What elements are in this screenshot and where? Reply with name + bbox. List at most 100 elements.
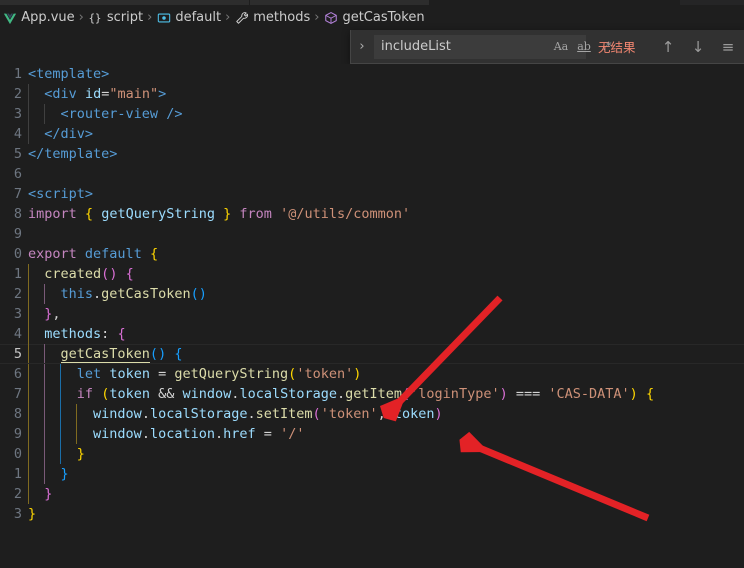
code-line-content[interactable]: let token = getQueryString('token'): [28, 364, 744, 384]
code-line[interactable]: 5 </template>: [0, 144, 744, 164]
code-line-content[interactable]: </template>: [28, 144, 744, 164]
indent-guide: [28, 344, 29, 364]
code-line-content[interactable]: export default {: [28, 244, 744, 264]
code-editor[interactable]: 1 <template> 2 <div id="main"> 3 <router-vi…: [0, 64, 744, 568]
match-case-icon[interactable]: Aa: [551, 37, 571, 57]
code-line-content[interactable]: <script>: [28, 184, 744, 204]
line-number: 8: [13, 206, 22, 222]
code-line-content[interactable]: }: [28, 464, 744, 484]
code-line[interactable]: 6 let token = getQueryString('token'): [0, 364, 744, 384]
breadcrumb-separator-1: ›: [78, 10, 84, 25]
indent-guide: [44, 464, 46, 484]
indent-guide: [44, 344, 46, 364]
code-line-content[interactable]: window.location.href = '/': [28, 424, 744, 444]
line-number: 4: [13, 126, 22, 142]
breadcrumb-item-script[interactable]: {} script: [88, 10, 143, 25]
indent-guide: [60, 424, 62, 444]
breadcrumb-item-get-cas-token[interactable]: getCasToken: [323, 10, 425, 25]
indent-guide: [44, 424, 46, 444]
indent-guide: [28, 424, 29, 444]
line-number: 2: [13, 486, 22, 502]
code-line-content[interactable]: window.localStorage.setItem('token', tok…: [28, 404, 744, 424]
code-line-content[interactable]: <template>: [28, 64, 744, 84]
indent-guide: [28, 484, 29, 504]
code-line-content[interactable]: methods: {: [28, 324, 744, 344]
code-line-content[interactable]: }: [28, 484, 744, 504]
code-line[interactable]: 2 }: [0, 484, 744, 504]
code-line[interactable]: 6: [0, 164, 744, 184]
code-line-content[interactable]: },: [28, 304, 744, 324]
indent-guide: [28, 104, 29, 124]
code-line[interactable]: 4 methods: {: [0, 324, 744, 344]
breadcrumb-label-methods: methods: [253, 10, 311, 25]
code-line-content[interactable]: </div>: [28, 124, 744, 144]
indent-guide: [60, 384, 62, 404]
code-line-content[interactable]: [28, 164, 744, 184]
toggle-replace-chevron-right-icon[interactable]: ›: [351, 30, 373, 64]
code-line[interactable]: 3}: [0, 504, 744, 524]
line-number: 6: [13, 166, 22, 182]
code-line-content[interactable]: created() {: [28, 264, 744, 284]
code-line[interactable]: 2 <div id="main">: [0, 84, 744, 104]
indent-guide: [76, 404, 78, 424]
code-line[interactable]: 7 <script>: [0, 184, 744, 204]
code-line-content[interactable]: [28, 224, 744, 244]
previous-match-icon[interactable]: ↑: [658, 37, 678, 57]
find-input-container[interactable]: Aa ab .*: [374, 34, 612, 59]
use-regex-icon[interactable]: .*: [597, 37, 617, 57]
indent-guide: [44, 444, 46, 464]
code-line[interactable]: 0 export default {: [0, 244, 744, 264]
indent-guide: [60, 404, 62, 424]
code-line[interactable]: 2 this.getCasToken(): [0, 284, 744, 304]
code-line-content[interactable]: <router-view />: [28, 104, 744, 124]
find-in-selection-icon[interactable]: ≡: [718, 37, 738, 57]
line-number: 6: [13, 366, 22, 382]
indent-guide: [44, 404, 46, 424]
code-line-content[interactable]: }: [28, 504, 744, 524]
code-line[interactable]: 8 import { getQueryString } from '@/utils…: [0, 204, 744, 224]
match-whole-word-glyph: ab: [577, 40, 591, 53]
breadcrumb-item-default[interactable]: default: [156, 10, 221, 25]
breadcrumb: › App.vue › {} script ›: [0, 5, 744, 30]
code-line[interactable]: 0 }: [0, 444, 744, 464]
code-line[interactable]: 1 created() {: [0, 264, 744, 284]
use-regex-glyph: .*: [602, 40, 612, 53]
code-line-content[interactable]: import { getQueryString } from '@/utils/…: [28, 204, 744, 224]
code-line[interactable]: 1 <template>: [0, 64, 744, 84]
indent-guide: [44, 364, 46, 384]
code-line[interactable]: 9 window.location.href = '/': [0, 424, 744, 444]
indent-guide: [28, 124, 29, 144]
next-match-icon[interactable]: ↓: [688, 37, 708, 57]
code-line[interactable]: 5 getCasToken() {: [0, 344, 744, 364]
indent-guide: [28, 284, 29, 304]
code-line-content[interactable]: if (token && window.localStorage.getItem…: [28, 384, 744, 404]
line-number: 5: [13, 346, 22, 362]
code-line[interactable]: 8 window.localStorage.setItem('token', t…: [0, 404, 744, 424]
code-line[interactable]: 9: [0, 224, 744, 244]
line-number: 7: [13, 386, 22, 402]
line-number: 2: [13, 286, 22, 302]
vue-file-icon: [2, 10, 17, 25]
indent-guide: [28, 404, 29, 424]
breadcrumb-item-app-vue[interactable]: App.vue: [2, 10, 75, 25]
indent-guide: [28, 324, 29, 344]
line-number: 1: [13, 266, 22, 282]
indent-guide: [44, 384, 46, 404]
indent-guide: [44, 284, 46, 304]
code-line-content[interactable]: }: [28, 444, 744, 464]
breadcrumb-item-methods[interactable]: methods: [234, 10, 310, 25]
code-line[interactable]: 1 }: [0, 464, 744, 484]
indent-guide: [60, 444, 62, 464]
line-number: 3: [13, 106, 22, 122]
code-line-content[interactable]: <div id="main">: [28, 84, 744, 104]
line-number: 5: [13, 146, 22, 162]
find-input[interactable]: [375, 39, 551, 54]
code-line[interactable]: 4 </div>: [0, 124, 744, 144]
code-line-content[interactable]: this.getCasToken(): [28, 284, 744, 304]
code-line[interactable]: 7 if (token && window.localStorage.getIt…: [0, 384, 744, 404]
match-whole-word-icon[interactable]: ab: [574, 37, 594, 57]
code-line[interactable]: 3 <router-view />: [0, 104, 744, 124]
code-line[interactable]: 3 },: [0, 304, 744, 324]
line-number: 9: [13, 426, 22, 442]
code-line-content[interactable]: getCasToken() {: [28, 344, 744, 364]
